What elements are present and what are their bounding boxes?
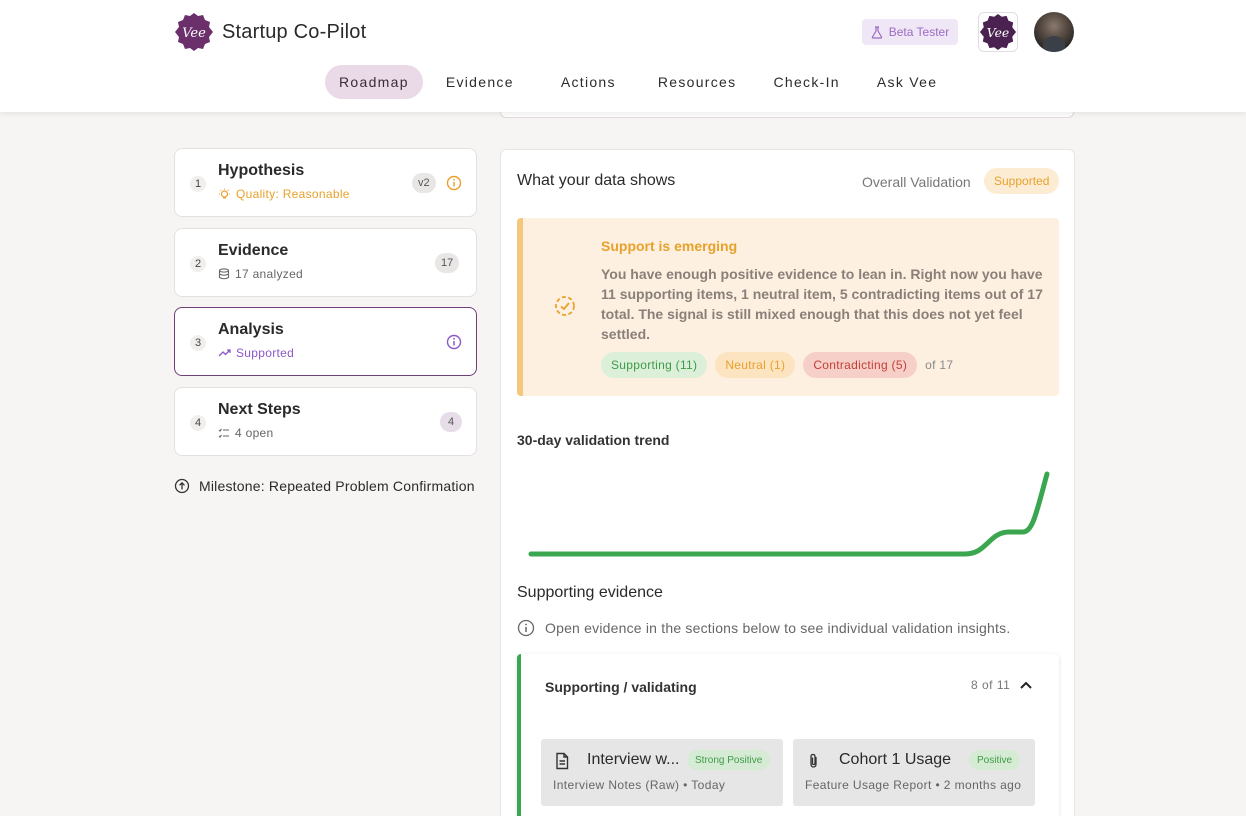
svg-text:Vee: Vee <box>182 26 206 41</box>
flask-icon <box>871 25 883 39</box>
database-icon <box>218 268 230 280</box>
overall-validation-label: Overall Validation <box>862 174 971 190</box>
accordion-title: Supporting / validating <box>545 679 697 695</box>
step-subtitle: Supported <box>218 346 294 360</box>
trend-title: 30-day validation trend <box>517 432 670 448</box>
evidence-count-badge: 17 <box>435 253 460 273</box>
evidence-card[interactable]: Interview w... Strong Positive Interview… <box>541 739 783 806</box>
version-badge: v2 <box>412 173 436 193</box>
overall-validation-badge: Supported <box>984 168 1060 194</box>
step-subtitle: 17 analyzed <box>218 267 303 281</box>
supporting-accordion[interactable]: Supporting / validating 8 of 11 Intervie… <box>517 654 1059 816</box>
document-icon <box>556 752 569 770</box>
beta-tester-badge[interactable]: Beta Tester <box>862 19 958 45</box>
nav-evidence[interactable]: Evidence <box>432 65 528 99</box>
svg-text:Vee: Vee <box>987 26 1009 40</box>
arrow-up-circle-icon <box>174 478 190 494</box>
info-icon <box>517 619 535 637</box>
info-icon[interactable] <box>446 334 462 350</box>
step-number: 3 <box>190 335 206 351</box>
sentiment-badge: Positive <box>969 750 1021 770</box>
step-next-steps[interactable]: 4 Next Steps 4 open 4 <box>174 387 477 456</box>
step-title: Hypothesis <box>218 162 305 179</box>
step-evidence[interactable]: 2 Evidence 17 analyzed 17 <box>174 228 477 297</box>
supporting-chip[interactable]: Supporting (11) <box>601 352 708 378</box>
paperclip-icon <box>810 753 817 768</box>
supporting-evidence-title: Supporting evidence <box>517 584 663 601</box>
nav-ask-vee[interactable]: Ask Vee <box>863 65 951 99</box>
neutral-chip[interactable]: Neutral (1) <box>715 352 796 378</box>
supporting-evidence-note: Open evidence in the sections below to s… <box>517 619 1010 637</box>
check-circle-dashed-icon <box>555 296 575 316</box>
evidence-card[interactable]: Cohort 1 Usage Positive Feature Usage Re… <box>793 739 1035 806</box>
checklist-icon <box>218 428 229 438</box>
total-label: of 17 <box>925 358 954 372</box>
nav-roadmap[interactable]: Roadmap <box>325 65 423 99</box>
info-icon[interactable] <box>446 175 462 191</box>
step-hypothesis[interactable]: 1 Hypothesis Quality: Reasonable v2 <box>174 148 477 217</box>
chevron-up-icon[interactable] <box>1020 681 1033 689</box>
app-title: Startup Co-Pilot <box>222 21 367 43</box>
trending-up-icon <box>218 349 231 357</box>
step-number: 2 <box>190 256 206 272</box>
evidence-chips: Supporting (11) Neutral (1) Contradictin… <box>601 352 953 378</box>
open-count-badge: 4 <box>440 412 462 432</box>
vee-logo-icon: Vee <box>979 13 1017 51</box>
step-analysis[interactable]: 3 Analysis Supported <box>174 307 477 376</box>
contradicting-chip[interactable]: Contradicting (5) <box>803 352 918 378</box>
step-title: Evidence <box>218 242 289 259</box>
analysis-card: What your data shows Overall Validation … <box>500 149 1075 816</box>
beta-label: Beta Tester <box>888 25 950 39</box>
validation-trend-sparkline <box>528 471 1050 557</box>
vee-logo-icon[interactable]: Vee <box>174 12 214 52</box>
evidence-title: Interview w... <box>587 751 680 768</box>
support-alert: Support is emerging You have enough posi… <box>517 218 1059 396</box>
lightbulb-icon <box>219 188 230 199</box>
step-title: Analysis <box>218 321 284 338</box>
alert-body: You have enough positive evidence to lea… <box>601 266 1043 342</box>
app-header: Vee Startup Co-Pilot Beta Tester Vee Roa… <box>0 0 1246 112</box>
user-avatar[interactable] <box>1034 12 1074 52</box>
nav-check-in[interactable]: Check-In <box>759 65 853 99</box>
step-title: Next Steps <box>218 401 301 418</box>
card-title: What your data shows <box>517 172 676 189</box>
step-number: 1 <box>190 176 206 192</box>
evidence-meta: Feature Usage Report • 2 months ago <box>805 778 1022 792</box>
milestone-label[interactable]: Milestone: Repeated Problem Confirmation <box>174 478 475 494</box>
nav-resources[interactable]: Resources <box>644 65 751 99</box>
step-number: 4 <box>190 415 206 431</box>
evidence-title: Cohort 1 Usage <box>839 751 952 768</box>
accordion-count[interactable]: 8 of 11 <box>971 678 1033 692</box>
main-nav: Roadmap Evidence Actions Resources Check… <box>325 65 960 99</box>
nav-actions[interactable]: Actions <box>547 65 630 99</box>
step-subtitle: 4 open <box>218 426 274 440</box>
sentiment-badge: Strong Positive <box>687 750 771 770</box>
vee-assistant-button[interactable]: Vee <box>978 12 1018 52</box>
step-subtitle: Quality: Reasonable <box>218 187 350 201</box>
evidence-meta: Interview Notes (Raw) • Today <box>553 778 726 792</box>
alert-title: Support is emerging <box>601 238 738 254</box>
